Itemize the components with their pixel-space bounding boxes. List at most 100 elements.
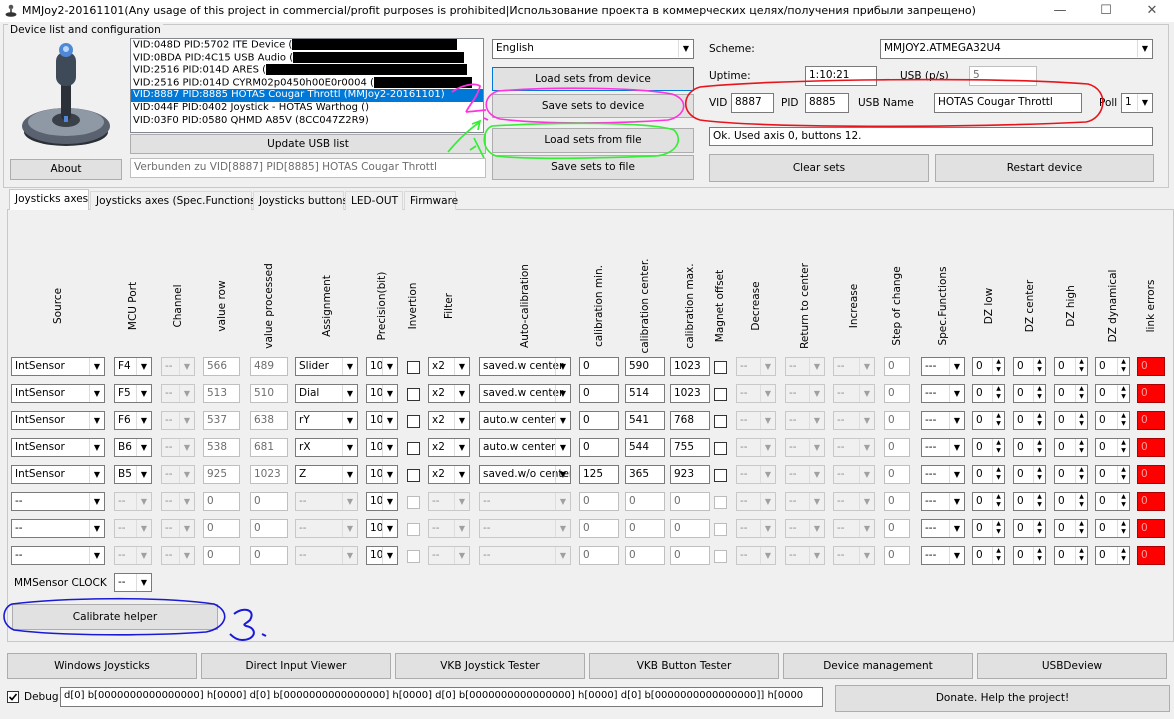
vkb-button-tester-button[interactable]: VKB Button Tester [589,653,779,679]
spinner-arrows-icon[interactable]: ▲ ▼ [992,358,1004,375]
row-1-ccen-field[interactable]: 590 [625,357,665,376]
tab-joysticks-buttons[interactable]: Joysticks buttons [253,191,348,210]
direct-input-viewer-button[interactable]: Direct Input Viewer [201,653,391,679]
row-7-spec-select[interactable]: --- ▼ [921,519,965,538]
windows-joysticks-button[interactable]: Windows Joysticks [7,653,197,679]
calibrate-helper-button[interactable]: Calibrate helper [12,604,218,630]
row-4-port-select[interactable]: B6 ▼ [114,438,152,457]
row-8-prec-select[interactable]: 10 ▼ [366,546,398,565]
row-5-ccen-field[interactable]: 365 [625,465,665,484]
spinner-arrows-icon[interactable]: ▲ ▼ [1075,520,1087,537]
row-3-dzh-spinner[interactable]: 0 ▲ ▼ [1054,411,1088,430]
spinner-arrows-icon[interactable]: ▲ ▼ [1075,358,1087,375]
spinner-arrows-icon[interactable]: ▲ ▼ [1033,439,1045,456]
row-5-assign-select[interactable]: Z ▼ [295,465,358,484]
row-2-dzd-spinner[interactable]: 0 ▲ ▼ [1095,384,1130,403]
spinner-arrows-icon[interactable]: ▲ ▼ [1033,520,1045,537]
row-1-mag-checkbox[interactable] [714,361,727,374]
row-5-mag-checkbox[interactable] [714,469,727,482]
row-1-autocal-select[interactable]: saved.w center ▼ [479,357,571,376]
spinner-arrows-icon[interactable]: ▲ ▼ [1117,547,1129,564]
row-7-dzh-spinner[interactable]: 0 ▲ ▼ [1054,519,1088,538]
device-management-button[interactable]: Device management [783,653,973,679]
poll-select[interactable]: 1 ▼ [1121,93,1153,113]
debug-checkbox[interactable] [7,691,19,703]
row-4-autocal-select[interactable]: auto.w center ▼ [479,438,571,457]
row-3-dzd-spinner[interactable]: 0 ▲ ▼ [1095,411,1130,430]
row-3-spec-select[interactable]: --- ▼ [921,411,965,430]
spinner-arrows-icon[interactable]: ▲ ▼ [1075,493,1087,510]
pid-field[interactable]: 8885 [805,93,849,113]
row-3-dzc-spinner[interactable]: 0 ▲ ▼ [1013,411,1046,430]
spinner-arrows-icon[interactable]: ▲ ▼ [992,439,1004,456]
row-5-source-select[interactable]: IntSensor ▼ [11,465,105,484]
spinner-arrows-icon[interactable]: ▲ ▼ [1075,466,1087,483]
row-4-dzc-spinner[interactable]: 0 ▲ ▼ [1013,438,1046,457]
save-sets-to-file-button[interactable]: Save sets to file [492,155,694,180]
row-1-source-select[interactable]: IntSensor ▼ [11,357,105,376]
device-list[interactable]: VID:048D PID:5702 ITE Device (VID:0BDA P… [130,38,484,133]
maximize-button[interactable]: ☐ [1083,0,1129,22]
row-5-prec-select[interactable]: 10 ▼ [366,465,398,484]
spinner-arrows-icon[interactable]: ▲ ▼ [1033,385,1045,402]
vid-field[interactable]: 8887 [731,93,774,113]
row-4-assign-select[interactable]: rX ▼ [295,438,358,457]
donate-button[interactable]: Donate. Help the project! [835,685,1170,712]
row-2-autocal-select[interactable]: saved.w center ▼ [479,384,571,403]
spinner-arrows-icon[interactable]: ▲ ▼ [1117,466,1129,483]
row-2-port-select[interactable]: F5 ▼ [114,384,152,403]
row-3-dzl-spinner[interactable]: 0 ▲ ▼ [972,411,1005,430]
row-8-dzd-spinner[interactable]: 0 ▲ ▼ [1095,546,1130,565]
row-3-cmin-field[interactable]: 0 [579,411,619,430]
row-2-assign-select[interactable]: Dial ▼ [295,384,358,403]
row-4-dzh-spinner[interactable]: 0 ▲ ▼ [1054,438,1088,457]
device-list-item[interactable]: VID:044F PID:0402 Joystick - HOTAS Warth… [131,102,483,115]
row-2-spec-select[interactable]: --- ▼ [921,384,965,403]
row-6-source-select[interactable]: -- ▼ [11,492,105,511]
spinner-arrows-icon[interactable]: ▲ ▼ [992,466,1004,483]
row-2-cmin-field[interactable]: 0 [579,384,619,403]
row-8-dzc-spinner[interactable]: 0 ▲ ▼ [1013,546,1046,565]
row-8-source-select[interactable]: -- ▼ [11,546,105,565]
row-1-prec-select[interactable]: 10 ▼ [366,357,398,376]
row-8-dzl-spinner[interactable]: 0 ▲ ▼ [972,546,1005,565]
save-sets-to-device-button[interactable]: Save sets to device [492,94,694,118]
spinner-arrows-icon[interactable]: ▲ ▼ [1033,358,1045,375]
spinner-arrows-icon[interactable]: ▲ ▼ [992,385,1004,402]
mmsensor-clock-select[interactable]: -- ▼ [114,573,152,592]
row-2-ccen-field[interactable]: 514 [625,384,665,403]
row-2-filter-select[interactable]: x2 ▼ [428,384,470,403]
spinner-arrows-icon[interactable]: ▲ ▼ [1117,493,1129,510]
row-3-autocal-select[interactable]: auto.w center ▼ [479,411,571,430]
row-4-filter-select[interactable]: x2 ▼ [428,438,470,457]
row-1-cmin-field[interactable]: 0 [579,357,619,376]
spinner-arrows-icon[interactable]: ▲ ▼ [1075,385,1087,402]
language-select[interactable]: English ▼ [492,39,694,59]
tab-joysticks-axes[interactable]: Joysticks axes [9,189,89,210]
spinner-arrows-icon[interactable]: ▲ ▼ [1117,412,1129,429]
row-5-dzl-spinner[interactable]: 0 ▲ ▼ [972,465,1005,484]
row-7-source-select[interactable]: -- ▼ [11,519,105,538]
row-6-prec-select[interactable]: 10 ▼ [366,492,398,511]
clear-sets-button[interactable]: Clear sets [709,154,929,182]
row-7-dzl-spinner[interactable]: 0 ▲ ▼ [972,519,1005,538]
row-5-spec-select[interactable]: --- ▼ [921,465,965,484]
row-4-mag-checkbox[interactable] [714,442,727,455]
spinner-arrows-icon[interactable]: ▲ ▼ [1033,493,1045,510]
row-2-dzc-spinner[interactable]: 0 ▲ ▼ [1013,384,1046,403]
row-1-spec-select[interactable]: --- ▼ [921,357,965,376]
vkb-joystick-tester-button[interactable]: VKB Joystick Tester [395,653,585,679]
row-4-ccen-field[interactable]: 544 [625,438,665,457]
row-5-port-select[interactable]: B5 ▼ [114,465,152,484]
row-5-cmax-field[interactable]: 923 [670,465,710,484]
row-4-prec-select[interactable]: 10 ▼ [366,438,398,457]
row-2-mag-checkbox[interactable] [714,388,727,401]
row-2-prec-select[interactable]: 10 ▼ [366,384,398,403]
spinner-arrows-icon[interactable]: ▲ ▼ [1033,547,1045,564]
row-4-spec-select[interactable]: --- ▼ [921,438,965,457]
row-3-filter-select[interactable]: x2 ▼ [428,411,470,430]
spinner-arrows-icon[interactable]: ▲ ▼ [992,493,1004,510]
spinner-arrows-icon[interactable]: ▲ ▼ [1117,358,1129,375]
row-4-dzl-spinner[interactable]: 0 ▲ ▼ [972,438,1005,457]
tab-led-out[interactable]: LED-OUT [345,191,403,210]
